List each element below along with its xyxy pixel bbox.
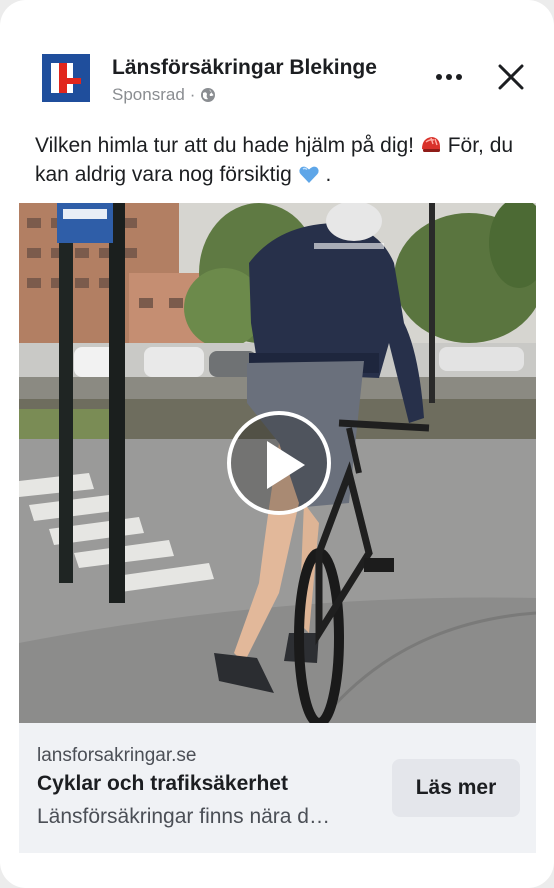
video-player[interactable] (19, 203, 536, 723)
close-icon[interactable] (496, 62, 526, 92)
page-name[interactable]: Länsförsäkringar Blekinge (112, 56, 377, 80)
more-options-icon[interactable] (432, 62, 466, 92)
caption-text-3: . (325, 163, 332, 186)
sponsored-label[interactable]: Sponsrad (112, 85, 185, 105)
post-header: Länsförsäkringar Blekinge Sponsrad · (0, 0, 554, 120)
caption-text-1: Vilken himla tur att du hade hjälm på di… (35, 134, 420, 157)
blue-heart-emoji (299, 166, 319, 183)
helmet-emoji (421, 137, 440, 152)
read-more-button[interactable]: Läs mer (392, 759, 520, 817)
play-button[interactable] (227, 411, 331, 515)
post-caption: Vilken himla tur att du hade hjälm på di… (35, 131, 527, 189)
ad-card: Länsförsäkringar Blekinge Sponsrad · Vil… (0, 0, 554, 888)
link-domain: lansforsakringar.se (37, 745, 197, 766)
link-description: Länsförsäkringar finns nära d… (37, 805, 330, 828)
globe-icon (201, 88, 216, 102)
sponsored-row: Sponsrad · (112, 85, 216, 105)
play-icon (267, 441, 305, 489)
page-logo[interactable] (42, 54, 90, 102)
link-preview[interactable]: lansforsakringar.se Cyklar och trafiksäk… (19, 723, 536, 853)
link-title[interactable]: Cyklar och trafiksäkerhet (37, 772, 288, 796)
separator: · (189, 85, 196, 104)
